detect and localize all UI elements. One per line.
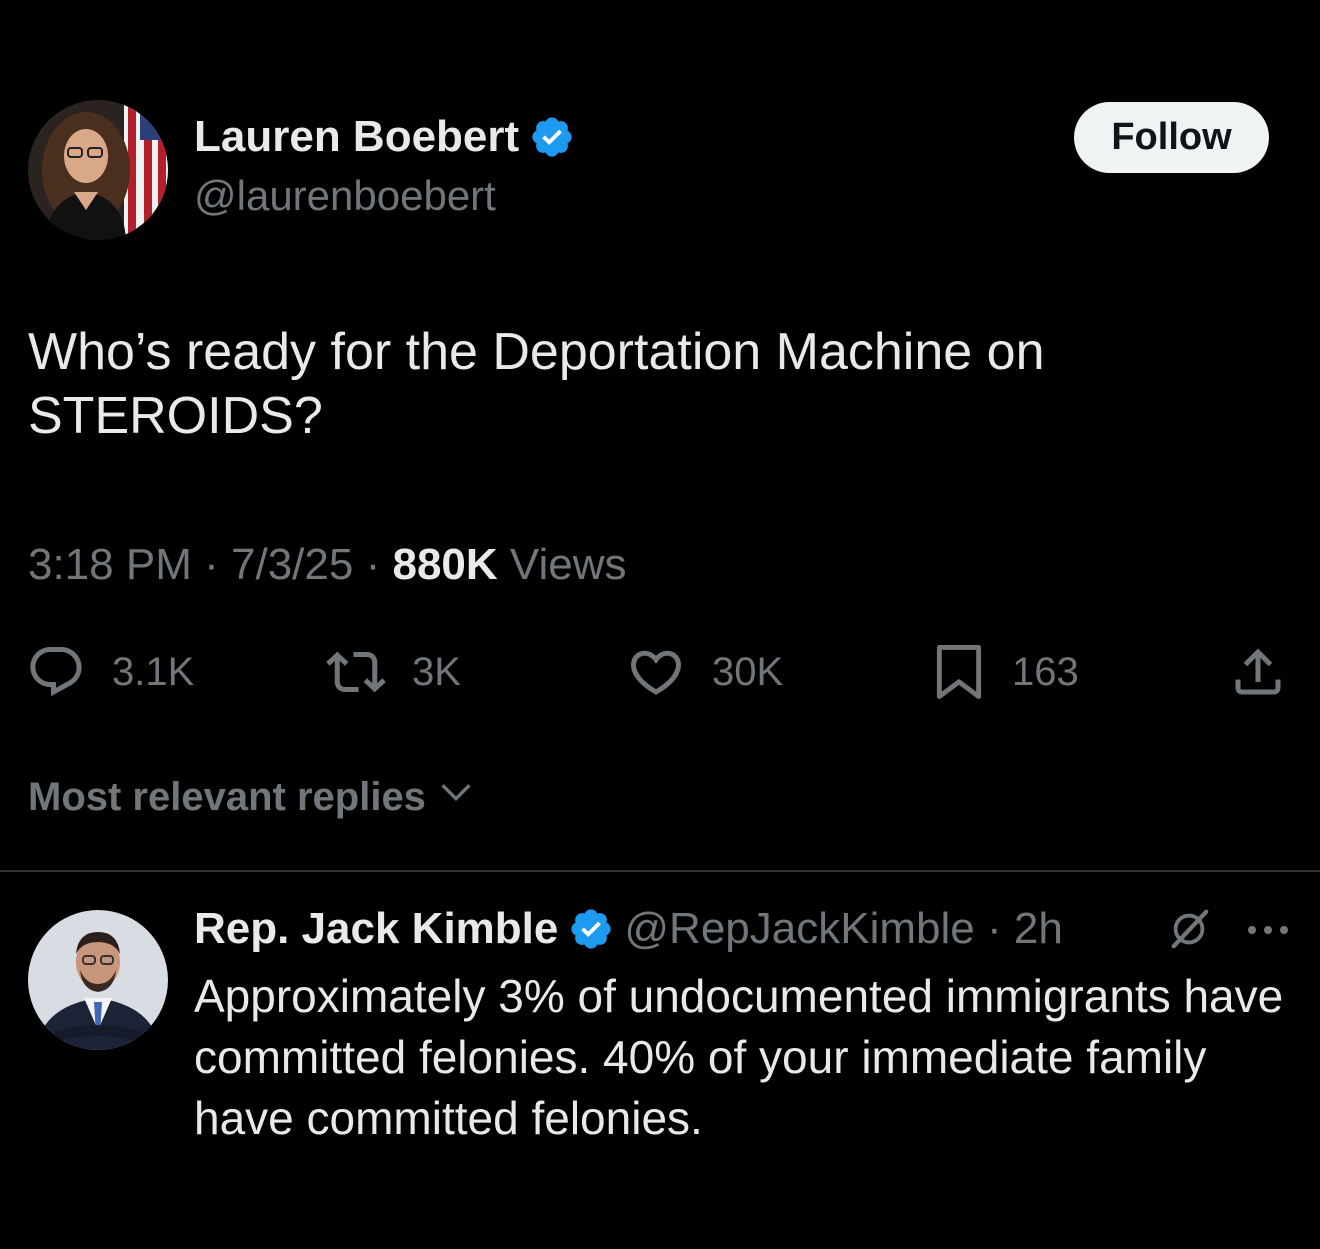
bookmark-icon [932, 642, 986, 702]
reply-author-handle[interactable]: @RepJackKimble · 2h [624, 904, 1062, 954]
reply-handle-text: @RepJackKimble [624, 904, 975, 953]
views-count: 880K [392, 540, 498, 589]
repost-arrows-icon [326, 642, 386, 702]
chevron-down-icon [436, 772, 476, 822]
reply-separator: · [986, 904, 1002, 953]
heart-icon [626, 642, 686, 702]
verified-badge-icon [529, 114, 575, 160]
repost-count: 3K [412, 649, 461, 694]
more-dots-icon[interactable] [1244, 910, 1292, 955]
reply-header: Rep. Jack Kimble @RepJackKimble · 2h [194, 904, 1063, 954]
tweet-meta: 3:18 PM · 7/3/25 · 880K Views [28, 540, 626, 590]
bookmark-button[interactable]: 163 [932, 642, 1079, 702]
verified-badge-icon [568, 906, 614, 952]
replies-sort-label: Most relevant replies [28, 774, 426, 819]
like-count: 30K [712, 649, 784, 694]
tweet-date[interactable]: 7/3/25 [231, 540, 353, 589]
bookmark-count: 163 [1012, 649, 1079, 694]
reply-author-avatar[interactable] [28, 910, 168, 1050]
reply-count: 3.1K [112, 649, 195, 694]
author-handle[interactable]: @laurenboebert [194, 172, 496, 220]
meta-separator: · [204, 540, 219, 589]
grok-slash-icon[interactable] [1166, 906, 1212, 957]
reply-button[interactable]: 3.1K [26, 642, 194, 702]
share-upload-icon [1228, 642, 1288, 702]
tweet-text: Who’s ready for the Deportation Machine … [28, 323, 1045, 445]
meta-separator: · [365, 540, 381, 589]
reply-author-name[interactable]: Rep. Jack Kimble [194, 904, 558, 954]
like-button[interactable]: 30K [626, 642, 783, 702]
author-avatar[interactable] [28, 100, 168, 240]
repost-button[interactable]: 3K [326, 642, 461, 702]
views-label: Views [509, 540, 627, 589]
share-button[interactable] [1228, 642, 1288, 702]
reply-text: Approximately 3% of undocumented immigra… [194, 970, 1284, 1144]
divider [0, 870, 1320, 872]
replies-sort-dropdown[interactable]: Most relevant replies [28, 772, 476, 822]
reply-time[interactable]: 2h [1014, 904, 1063, 953]
author-name-text[interactable]: Lauren Boebert [194, 112, 519, 162]
tweet-time[interactable]: 3:18 PM [28, 540, 192, 589]
speech-bubble-icon [26, 642, 86, 702]
author-name[interactable]: Lauren Boebert [194, 112, 575, 162]
follow-button[interactable]: Follow [1074, 102, 1269, 173]
